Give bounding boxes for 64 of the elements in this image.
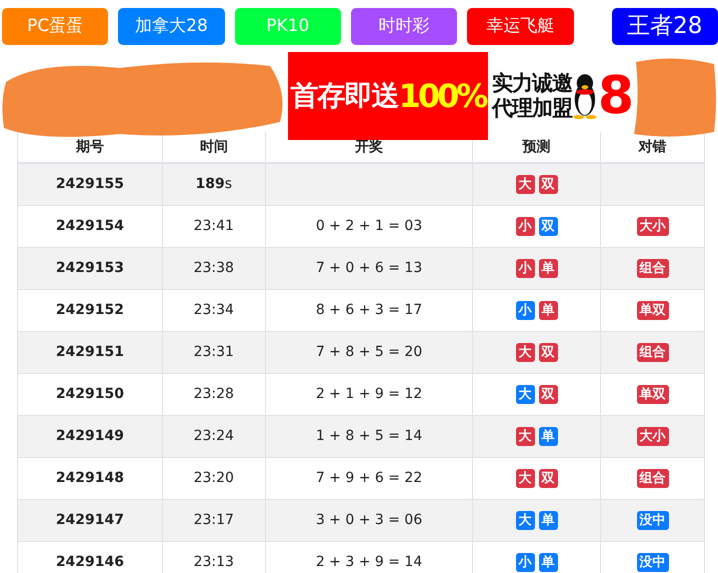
issue-cell: 2429153	[18, 247, 162, 289]
invite-text: 实力诚邀 代理加盟	[490, 70, 572, 122]
nav-button[interactable]: 王者28	[612, 8, 718, 45]
issue-cell: 2429147	[18, 499, 162, 541]
prediction-tag: 单	[538, 510, 558, 530]
issue-cell: 2429150	[18, 373, 162, 415]
prediction-tag: 大	[516, 510, 535, 530]
prediction-tag: 单	[538, 258, 558, 278]
prediction-tag: 小	[516, 258, 535, 278]
time-cell: 23:20	[162, 457, 266, 499]
result-cell: 7 + 8 + 5 = 20	[265, 331, 473, 373]
time-cell: 23:24	[162, 415, 266, 457]
issue-cell: 2429149	[18, 415, 162, 457]
prediction-tag: 双	[538, 174, 558, 194]
issue-cell: 2429152	[18, 289, 162, 331]
verdict-tag: 单双	[636, 300, 669, 320]
time-cell: 23:34	[162, 289, 266, 331]
prediction-tag: 小	[516, 552, 535, 572]
prediction-tag: 大	[516, 426, 535, 446]
result-cell: 1 + 8 + 5 = 14	[265, 415, 473, 457]
prediction-tag: 双	[538, 342, 558, 362]
prediction-tag: 双	[538, 384, 558, 404]
time-cell: 189s	[162, 163, 266, 205]
result-cell: 7 + 9 + 6 = 22	[265, 457, 473, 499]
verdict-tag: 组合	[636, 468, 669, 488]
verdict-tag: 大小	[636, 426, 669, 446]
verdict-tag: 组合	[636, 258, 669, 278]
prediction-tag: 大	[516, 174, 535, 194]
prediction-tag: 单	[538, 426, 558, 446]
verdict-tag: 组合	[636, 342, 669, 362]
issue-cell: 2429151	[18, 331, 162, 373]
result-cell: 7 + 0 + 6 = 13	[265, 247, 473, 289]
partial-text: 8	[598, 65, 634, 128]
prediction-tag: 大	[516, 468, 535, 488]
prediction-tag: 双	[538, 468, 558, 488]
nav-button[interactable]: 幸运飞艇	[467, 8, 574, 45]
time-cell: 23:28	[162, 373, 266, 415]
prediction-tag: 单	[538, 300, 558, 320]
prediction-tag: 大	[516, 384, 535, 404]
promo-banner: 首存即送100%	[288, 52, 488, 140]
issue-cell: 2429148	[18, 457, 162, 499]
prediction-tag: 小	[516, 300, 535, 320]
time-cell: 23:17	[162, 499, 266, 541]
time-cell: 23:41	[162, 205, 266, 247]
time-cell: 23:31	[162, 331, 266, 373]
verdict-tag: 大小	[636, 216, 669, 236]
result-cell: 8 + 6 + 3 = 17	[265, 289, 473, 331]
result-cell: 0 + 2 + 1 = 03	[265, 205, 473, 247]
prediction-tag: 大	[516, 342, 535, 362]
issue-cell: 2429154	[18, 205, 162, 247]
time-cell: 23:38	[162, 247, 266, 289]
prediction-tag: 单	[538, 552, 558, 572]
nav-button[interactable]: 时时彩	[350, 8, 458, 45]
nav-button[interactable]: 加拿大28	[118, 8, 225, 45]
verdict-tag: 没中	[636, 510, 669, 530]
prediction-tag: 双	[538, 216, 558, 236]
verdict-tag: 没中	[636, 552, 669, 572]
issue-cell: 2429155	[18, 163, 162, 205]
prediction-tag: 小	[516, 216, 535, 236]
result-cell: 2 + 1 + 9 = 12	[265, 373, 473, 415]
nav-button[interactable]: PC蛋蛋	[2, 8, 108, 45]
verdict-tag: 单双	[636, 384, 669, 404]
result-cell: 3 + 0 + 3 = 06	[265, 499, 473, 541]
issue-cell: 2429146	[18, 541, 162, 573]
